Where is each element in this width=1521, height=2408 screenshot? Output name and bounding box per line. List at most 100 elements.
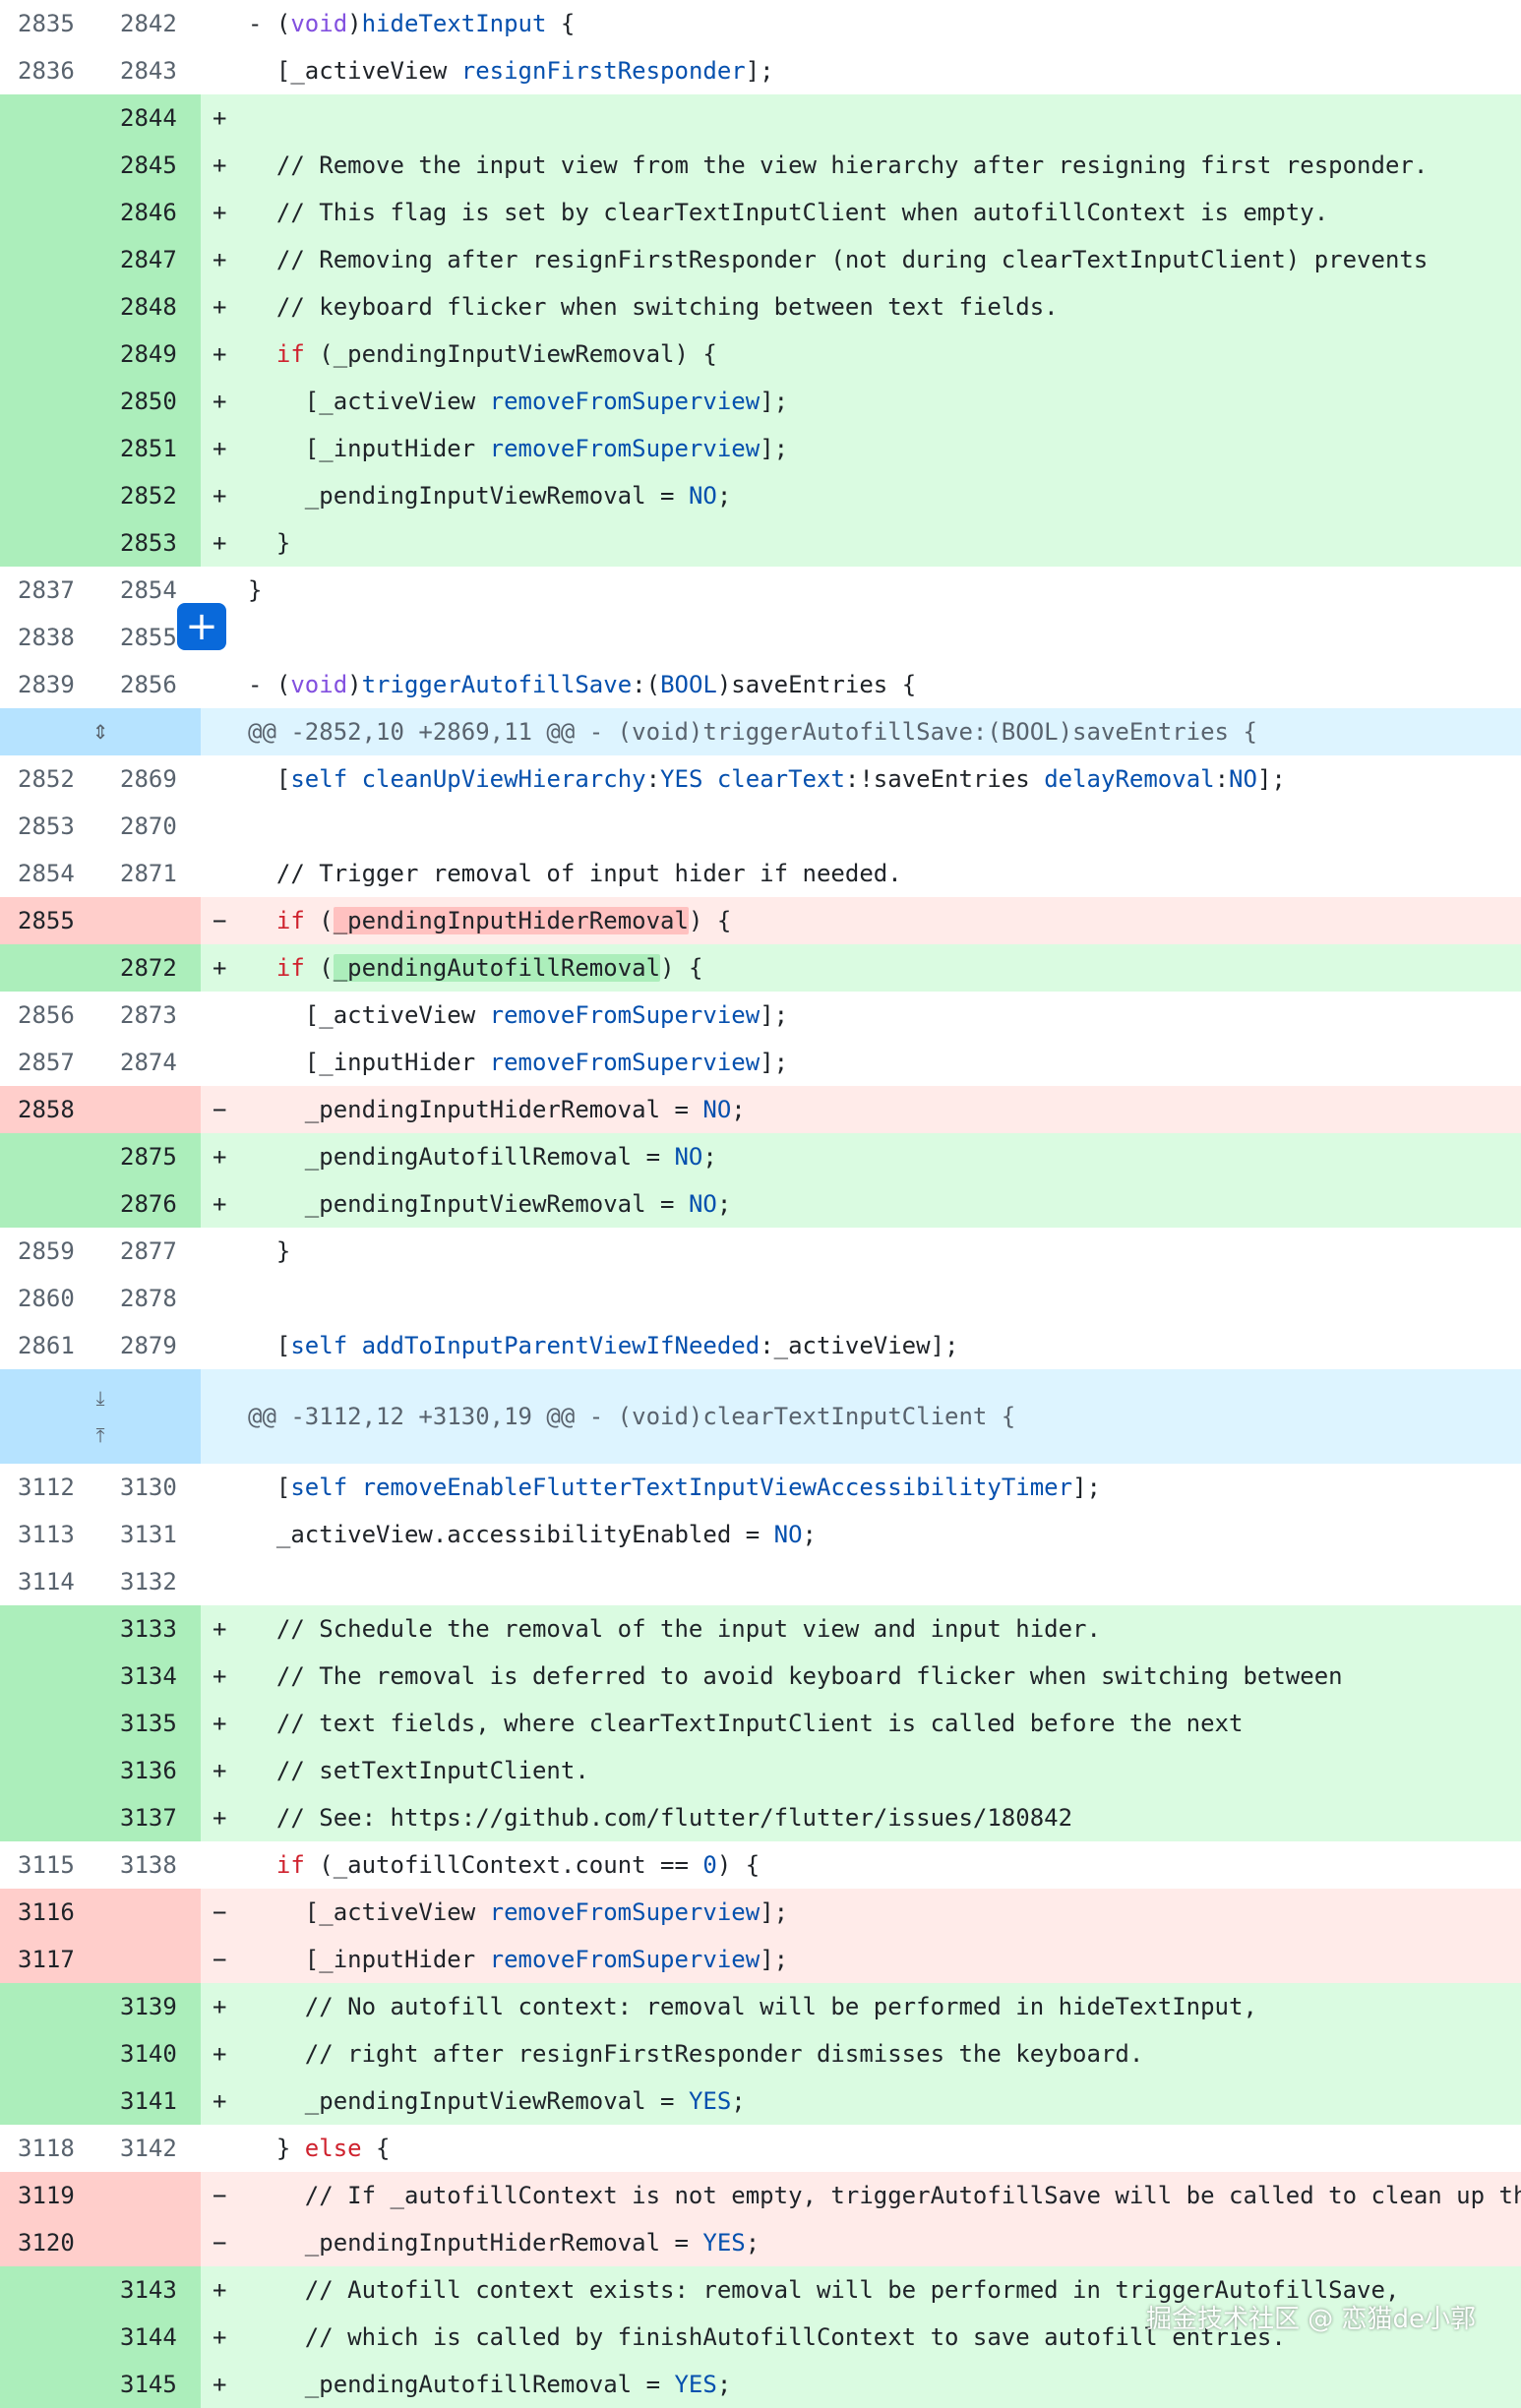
old-line-number[interactable]: 2858 [0, 1086, 100, 1133]
new-line-number[interactable]: 3130 [100, 1464, 201, 1511]
new-line-number[interactable]: 2879 [100, 1322, 201, 1369]
new-line-number[interactable]: 2847 [100, 236, 201, 283]
old-line-number[interactable] [0, 1133, 100, 1180]
old-line-number[interactable] [0, 1983, 100, 2030]
diff-line-context[interactable]: 3115 3138 if (_autofillContext.count == 0… [0, 1841, 1521, 1889]
new-line-number[interactable]: 2871 [100, 850, 201, 897]
new-line-number[interactable] [100, 1086, 201, 1133]
diff-line-added[interactable]: 2850 + [_activeView removeFromSuperview]; [0, 378, 1521, 425]
new-line-number[interactable]: 3145 [100, 2361, 201, 2408]
old-line-number[interactable]: 2837 [0, 567, 100, 614]
new-line-number[interactable]: 2874 [100, 1039, 201, 1086]
diff-line-context[interactable]: 2857 2874 [_inputHider removeFromSupervie… [0, 1039, 1521, 1086]
diff-line-added[interactable]: 3139 + // No autofill context: removal wi… [0, 1983, 1521, 2030]
new-line-number[interactable]: 3143 [100, 2266, 201, 2314]
expand-button[interactable]: ⤓ ⤒ [0, 1369, 201, 1464]
diff-line-context[interactable]: 2856 2873 [_activeView removeFromSupervie… [0, 992, 1521, 1039]
expand-up-icon[interactable]: ⤒ [96, 1425, 105, 1445]
new-line-number[interactable]: 2846 [100, 189, 201, 236]
diff-line-added[interactable]: 2845 + // Remove the input view from the … [0, 142, 1521, 189]
diff-line-context[interactable]: 3112 3130 [self removeEnableFlutterTextIn… [0, 1464, 1521, 1511]
old-line-number[interactable]: 2857 [0, 1039, 100, 1086]
old-line-number[interactable]: 2861 [0, 1322, 100, 1369]
new-line-number[interactable] [100, 1889, 201, 1936]
old-line-number[interactable]: 2854 [0, 850, 100, 897]
old-line-number[interactable] [0, 425, 100, 472]
diff-line-added[interactable]: 3145 + _pendingAutofillRemoval = YES; [0, 2361, 1521, 2408]
old-line-number[interactable] [0, 2361, 100, 2408]
diff-line-removed[interactable]: 3116 − [_activeView removeFromSuperview]; [0, 1889, 1521, 1936]
old-line-number[interactable] [0, 283, 100, 331]
diff-line-added[interactable]: 2851 + [_inputHider removeFromSuperview]; [0, 425, 1521, 472]
diff-line-context[interactable]: 2859 2877 } [0, 1228, 1521, 1275]
diff-line-context[interactable]: 2838 2855 [0, 614, 1521, 661]
new-line-number[interactable]: 2843 [100, 47, 201, 94]
old-line-number[interactable]: 3118 [0, 2125, 100, 2172]
diff-line-context[interactable]: 2837 2854 } [0, 567, 1521, 614]
old-line-number[interactable]: 2839 [0, 661, 100, 708]
new-line-number[interactable]: 2877 [100, 1228, 201, 1275]
old-line-number[interactable]: 3116 [0, 1889, 100, 1936]
old-line-number[interactable]: 3115 [0, 1841, 100, 1889]
diff-line-added[interactable]: 2844 + [0, 94, 1521, 142]
old-line-number[interactable]: 2836 [0, 47, 100, 94]
new-line-number[interactable]: 3132 [100, 1558, 201, 1605]
new-line-number[interactable]: 3136 [100, 1747, 201, 1794]
diff-line-removed[interactable]: 3117 − [_inputHider removeFromSuperview]; [0, 1936, 1521, 1983]
old-line-number[interactable]: 2859 [0, 1228, 100, 1275]
new-line-number[interactable] [100, 2219, 201, 2266]
new-line-number[interactable]: 2875 [100, 1133, 201, 1180]
old-line-number[interactable] [0, 1794, 100, 1841]
diff-line-context[interactable]: 2854 2871 // Trigger removal of input hid… [0, 850, 1521, 897]
old-line-number[interactable] [0, 1653, 100, 1700]
new-line-number[interactable]: 2842 [100, 0, 201, 47]
old-line-number[interactable]: 3113 [0, 1511, 100, 1558]
new-line-number[interactable]: 2869 [100, 755, 201, 803]
diff-line-context[interactable]: 2852 2869 [self cleanUpViewHierarchy:YES … [0, 755, 1521, 803]
diff-line-added[interactable]: 3141 + _pendingInputViewRemoval = YES; [0, 2077, 1521, 2125]
old-line-number[interactable]: 3112 [0, 1464, 100, 1511]
diff-line-removed[interactable]: 3119 − // If _autofillContext is not empt… [0, 2172, 1521, 2219]
old-line-number[interactable] [0, 142, 100, 189]
old-line-number[interactable] [0, 472, 100, 519]
diff-line-added[interactable]: 3134 + // The removal is deferred to avoi… [0, 1653, 1521, 1700]
old-line-number[interactable] [0, 2077, 100, 2125]
diff-line-context[interactable]: 2860 2878 [0, 1275, 1521, 1322]
new-line-number[interactable]: 3141 [100, 2077, 201, 2125]
new-line-number[interactable]: 3138 [100, 1841, 201, 1889]
add-comment-button[interactable]: + [177, 603, 226, 650]
old-line-number[interactable]: 2852 [0, 755, 100, 803]
old-line-number[interactable] [0, 1747, 100, 1794]
old-line-number[interactable] [0, 2266, 100, 2314]
old-line-number[interactable] [0, 1605, 100, 1653]
diff-line-added[interactable]: 2876 + _pendingInputViewRemoval = NO; [0, 1180, 1521, 1228]
diff-line-removed[interactable]: 3120 − _pendingInputHiderRemoval = YES; [0, 2219, 1521, 2266]
diff-line-context[interactable]: 3114 3132 [0, 1558, 1521, 1605]
old-line-number[interactable]: 2856 [0, 992, 100, 1039]
new-line-number[interactable]: 3142 [100, 2125, 201, 2172]
old-line-number[interactable]: 2853 [0, 803, 100, 850]
diff-line-context[interactable]: 2839 2856 - (void)triggerAutofillSave:(BO… [0, 661, 1521, 708]
old-line-number[interactable]: 2835 [0, 0, 100, 47]
diff-line-added[interactable]: 2847 + // Removing after resignFirstRespo… [0, 236, 1521, 283]
diff-line-removed[interactable]: 2858 − _pendingInputHiderRemoval = NO; [0, 1086, 1521, 1133]
new-line-number[interactable]: 3131 [100, 1511, 201, 1558]
old-line-number[interactable]: 2860 [0, 1275, 100, 1322]
diff-line-added[interactable]: 3140 + // right after resignFirstResponde… [0, 2030, 1521, 2077]
new-line-number[interactable]: 2856 [100, 661, 201, 708]
old-line-number[interactable] [0, 2314, 100, 2361]
new-line-number[interactable]: 2850 [100, 378, 201, 425]
diff-line-added[interactable]: 2852 + _pendingInputViewRemoval = NO; [0, 472, 1521, 519]
new-line-number[interactable]: 2876 [100, 1180, 201, 1228]
new-line-number[interactable]: 3137 [100, 1794, 201, 1841]
diff-line-added[interactable]: 3137 + // See: https://github.com/flutter… [0, 1794, 1521, 1841]
diff-line-context[interactable]: 3113 3131 _activeView.accessibilityEnable… [0, 1511, 1521, 1558]
diff-line-context[interactable]: 2861 2879 [self addToInputParentViewIfNee… [0, 1322, 1521, 1369]
diff-line-added[interactable]: 2875 + _pendingAutofillRemoval = NO; [0, 1133, 1521, 1180]
old-line-number[interactable] [0, 1700, 100, 1747]
diff-line-context[interactable]: 2853 2870 [0, 803, 1521, 850]
old-line-number[interactable] [0, 94, 100, 142]
new-line-number[interactable] [100, 897, 201, 944]
new-line-number[interactable]: 3133 [100, 1605, 201, 1653]
diff-line-removed[interactable]: 2855 − if (_pendingInputHiderRemoval) { [0, 897, 1521, 944]
